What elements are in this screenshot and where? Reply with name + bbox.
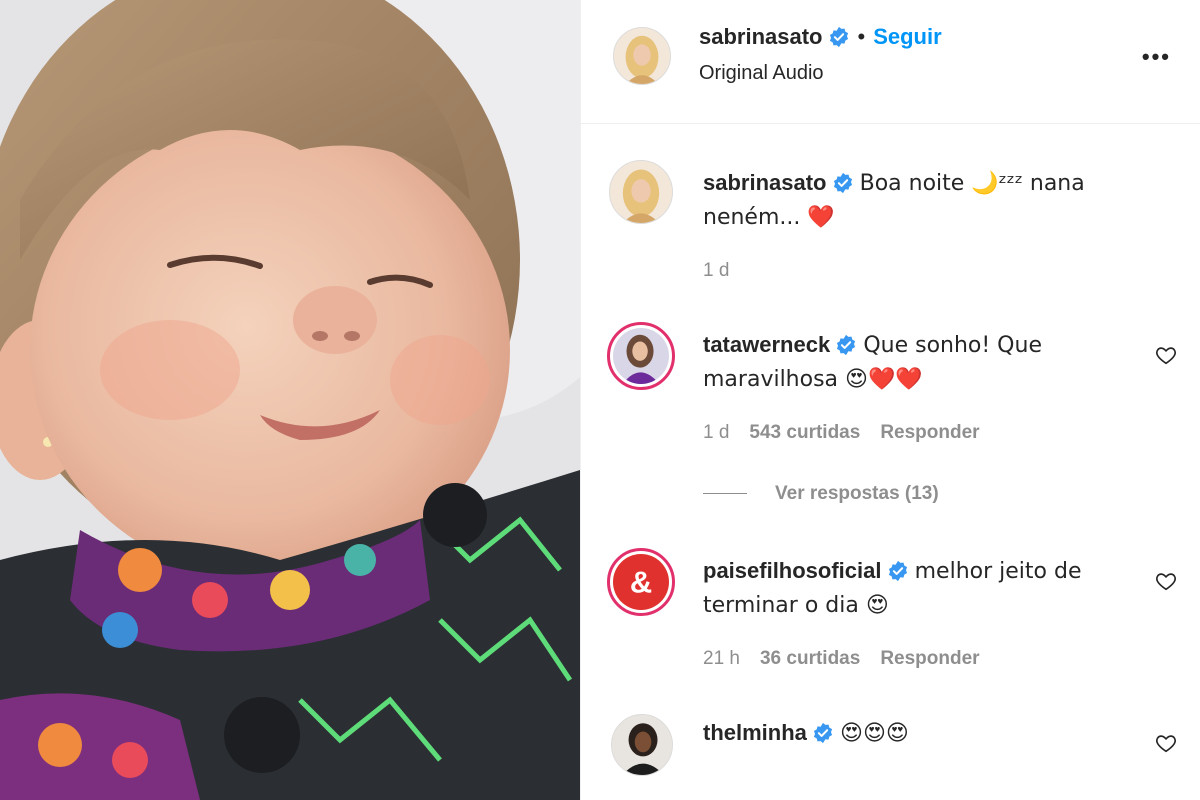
avatar-portrait-icon [613,328,669,384]
like-heart-icon[interactable] [1155,570,1177,592]
view-replies-link[interactable]: Ver respostas (13) [703,483,939,505]
comment-text-block: paisefilhosoficial melhor jeito de termi… [703,554,1153,622]
verified-badge-icon [829,26,848,48]
author-username[interactable]: sabrinasato [699,24,823,49]
post-caption: sabrinasato Boa noite 🌙ᶻᶻᶻ nana neném...… [581,124,1200,294]
commenter-username[interactable]: paisefilhosoficial [703,558,882,583]
avatar-portrait-icon [614,28,670,84]
comment-likes-count[interactable]: 543 curtidas [749,422,860,443]
comment-meta: 1 d 543 curtidas Responder [703,422,1000,444]
author-avatar[interactable] [613,27,671,85]
verified-badge-icon [833,172,852,194]
replies-divider [703,493,747,495]
commenter-avatar[interactable]: & [607,548,675,616]
commenter-username[interactable]: thelminha [703,720,807,745]
follow-button[interactable]: Seguir [873,24,941,49]
caption-text-block: sabrinasato Boa noite 🌙ᶻᶻᶻ nana neném...… [703,166,1153,234]
comment-item: & paisefilhosoficial melhor jeito de ter… [581,536,1200,706]
reply-button[interactable]: Responder [880,422,979,443]
toddler-photo [0,0,580,800]
comment-item: thelminha 😍😍😍 [581,704,1200,800]
comment-time: 21 h [703,648,740,669]
header-separator: • [857,24,866,49]
verified-badge-icon [837,334,856,356]
caption-avatar[interactable] [609,160,673,224]
svg-text:&: & [630,565,652,600]
like-heart-icon[interactable] [1155,732,1177,754]
avatar-portrait-icon [610,161,672,223]
commenter-avatar[interactable] [607,322,675,390]
verified-badge-icon [888,560,907,582]
like-heart-icon[interactable] [1155,344,1177,366]
commenter-username[interactable]: tatawerneck [703,332,830,357]
comment-item: tatawerneck Que sonho! Que maravilhosa 😍… [581,310,1200,480]
comment-text: 😍😍😍 [840,721,909,746]
original-audio-link[interactable]: Original Audio [699,62,824,85]
more-options-icon[interactable]: ••• [1142,44,1171,70]
comment-time: 1 d [703,422,730,443]
header-title-row: sabrinasato • Seguir [699,24,942,50]
avatar-portrait-icon [612,715,672,775]
ampersand-logo-icon: & [613,554,669,610]
post-photo[interactable] [0,0,580,800]
comment-text-block: thelminha 😍😍😍 [703,716,1153,750]
caption-time: 1 d [703,260,730,281]
post-header: sabrinasato • Seguir Original Audio ••• [581,0,1200,124]
view-replies-label: Ver respostas (13) [775,483,939,504]
caption-meta: 1 d [703,260,749,282]
comment-text-block: tatawerneck Que sonho! Que maravilhosa 😍… [703,328,1153,396]
comment-likes-count[interactable]: 36 curtidas [760,648,860,669]
commenter-avatar[interactable] [611,714,673,776]
reply-button[interactable]: Responder [880,648,979,669]
comment-meta: 21 h 36 curtidas Responder [703,648,1000,670]
caption-username[interactable]: sabrinasato [703,170,827,195]
comments-panel: sabrinasato • Seguir Original Audio ••• sa… [580,0,1200,800]
verified-badge-icon [813,722,832,744]
